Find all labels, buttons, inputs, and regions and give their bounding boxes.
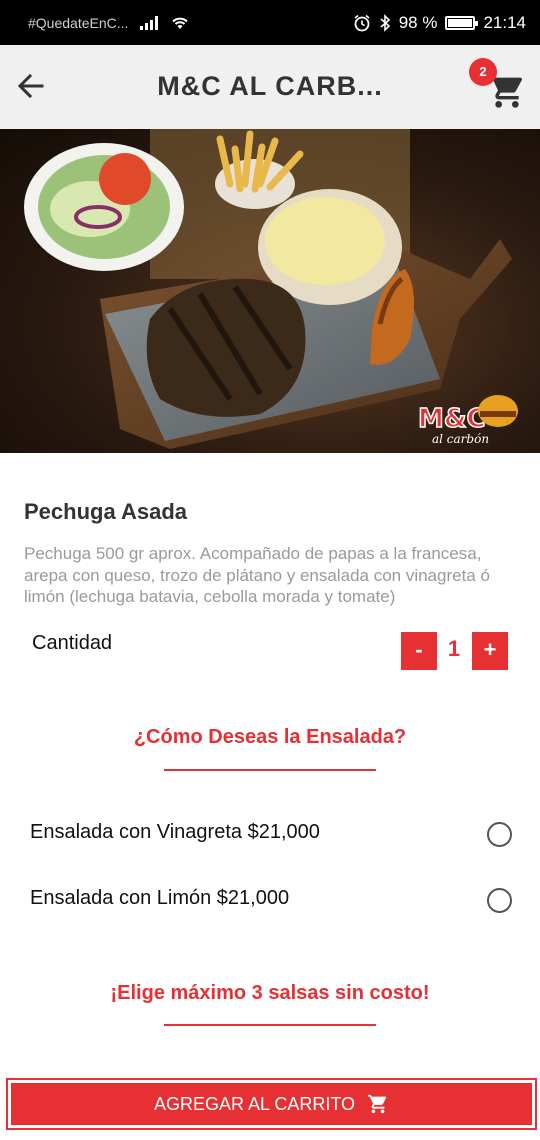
product-name: Pechuga Asada <box>24 499 188 524</box>
product-image: M&C al carbón <box>0 129 540 453</box>
bluetooth-icon <box>380 13 390 32</box>
add-to-cart-label: AGREGAR AL CARRITO <box>153 1093 356 1114</box>
salad-option-limon[interactable]: Ensalada con Limón $21,000 <box>30 881 520 921</box>
status-bar: #QuedateEnC... 98 % 21:14 <box>0 0 540 45</box>
salad-section-divider <box>164 769 376 771</box>
add-to-cart-button[interactable]: AGREGAR AL CARRITO <box>11 1083 532 1125</box>
carrier-text: #QuedateEnC... <box>28 14 129 31</box>
alarm-icon <box>354 14 370 31</box>
quantity-label: Cantidad <box>32 632 113 654</box>
salad-option-vinagreta[interactable]: Ensalada con Vinagreta $21,000 <box>30 815 520 855</box>
radio-button[interactable] <box>487 822 512 847</box>
food-illustration: M&C al carbón <box>24 129 518 449</box>
sauce-section-title: ¡Elige máximo 3 salsas sin costo! <box>110 982 430 1004</box>
salad-option-label: Ensalada con Vinagreta $21,000 <box>30 821 320 843</box>
cart-icon <box>367 1094 387 1114</box>
decrease-quantity-button[interactable]: - <box>401 632 437 670</box>
radio-button[interactable] <box>487 888 512 913</box>
cart-count-badge: 2 <box>469 58 497 86</box>
battery-icon <box>445 15 479 30</box>
salad-option-label: Ensalada con Limón $21,000 <box>30 887 290 909</box>
salad-section-title: ¿Cómo Deseas la Ensalada? <box>133 726 407 748</box>
svg-text:al carbón: al carbón <box>432 432 489 446</box>
wifi-icon <box>172 17 189 29</box>
app-bar: M&C AL CARB... <box>0 45 540 129</box>
product-description: Pechuga 500 gr aprox. Acompañado de papa… <box>24 544 490 606</box>
sauce-section-divider <box>164 1024 376 1026</box>
brand-logo: M&C al carbón <box>417 395 518 446</box>
quantity-value: 1 <box>447 636 461 661</box>
svg-text:M&C: M&C <box>418 404 486 434</box>
battery-percent: 98 % <box>398 12 438 32</box>
clock: 21:14 <box>483 12 526 32</box>
increase-quantity-button[interactable]: + <box>472 632 508 670</box>
page-title: M&C AL CARB... <box>157 71 383 101</box>
signal-icon <box>140 15 159 30</box>
add-to-cart-frame: AGREGAR AL CARRITO <box>6 1078 537 1130</box>
